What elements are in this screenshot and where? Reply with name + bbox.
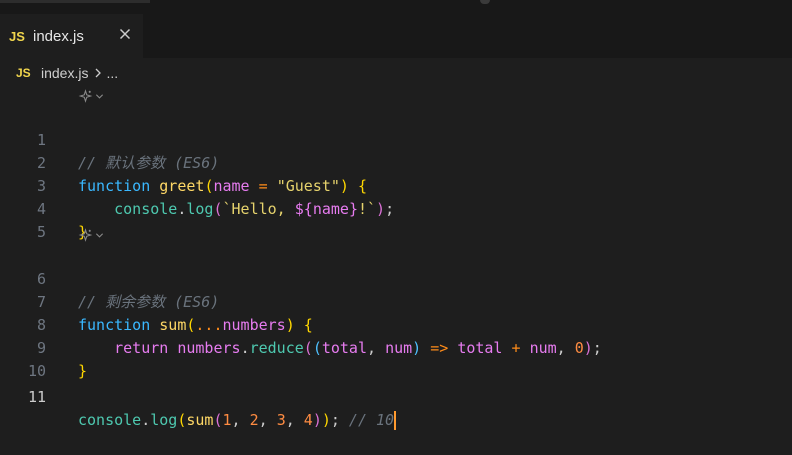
number: 1 xyxy=(222,411,232,429)
code-line: 6 // 剩余参数 (ES6) xyxy=(0,245,792,311)
code-line: 8 return numbers.reduce((total, num) => … xyxy=(0,291,792,357)
number: 4 xyxy=(303,411,313,429)
comma: , xyxy=(285,411,304,429)
tab-bar: JS index.js xyxy=(0,14,792,58)
tab-index-js[interactable]: JS index.js xyxy=(0,14,143,58)
paren: ) xyxy=(321,411,331,429)
ai-sparkle-icon xyxy=(78,227,93,242)
title-bar-strip xyxy=(0,0,792,14)
js-icon: JS xyxy=(16,66,31,80)
dot: . xyxy=(141,411,151,429)
chevron-down-icon xyxy=(95,232,104,238)
code-line: 9 } xyxy=(0,314,792,380)
method-name: log xyxy=(150,411,178,429)
code-line: 2 function greet(name = "Guest") { xyxy=(0,129,792,195)
codelens-ai[interactable] xyxy=(78,224,118,246)
number: 3 xyxy=(276,411,286,429)
code-line: 3 console.log(`Hello, ${name}!`); xyxy=(0,152,792,218)
paren: ( xyxy=(213,411,223,429)
code-line: 5 xyxy=(0,198,792,241)
object-name: console xyxy=(78,411,142,429)
line-number: 5 xyxy=(36,223,46,241)
semicolon: ; xyxy=(330,411,340,429)
comma: , xyxy=(231,411,250,429)
chevron-right-icon xyxy=(96,68,102,78)
title-bar-segment xyxy=(0,0,150,3)
breadcrumb-more[interactable]: ... xyxy=(106,65,118,81)
code-line: 7 function sum(...numbers) { xyxy=(0,268,792,334)
comma: , xyxy=(258,411,277,429)
number: 2 xyxy=(249,411,259,429)
close-icon[interactable] xyxy=(117,26,133,42)
function-name: sum xyxy=(186,411,214,429)
comment: // 10 xyxy=(339,411,395,429)
text-cursor xyxy=(394,411,397,430)
paren: ) xyxy=(312,411,322,429)
line-number: 11 xyxy=(27,388,46,406)
codelens-ai[interactable] xyxy=(78,85,118,107)
js-icon: JS xyxy=(9,28,25,44)
breadcrumb-file[interactable]: index.js xyxy=(41,65,88,81)
chevron-down-icon xyxy=(95,93,104,99)
breadcrumb: JS index.js ... xyxy=(0,58,792,88)
title-bar-control xyxy=(480,0,490,4)
code-line: 10 xyxy=(0,337,792,380)
code-line-active: 11 console.log(sum(1, 2, 3, 4)); // 10 xyxy=(0,363,792,430)
tab-label: index.js xyxy=(33,27,84,45)
code-line: 1 // 默认参数 (ES6) xyxy=(0,106,792,172)
code-line: 4 } xyxy=(0,175,792,241)
ai-sparkle-icon xyxy=(78,88,93,103)
